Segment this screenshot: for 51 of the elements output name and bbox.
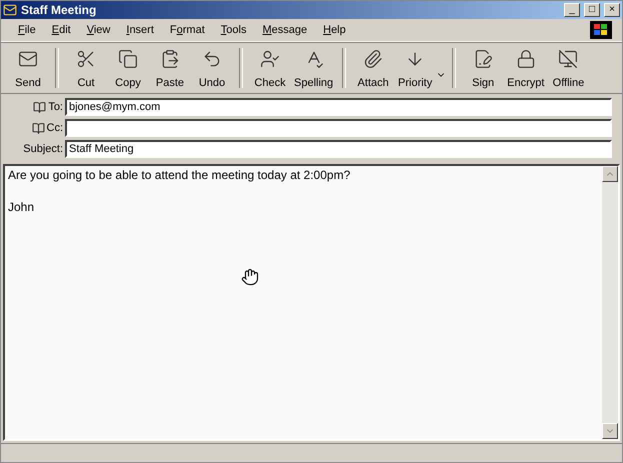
toolbar-button[interactable]: Undo	[191, 45, 233, 91]
input-field[interactable]: Staff Meeting	[65, 140, 612, 158]
menu-item[interactable]: View	[80, 22, 118, 38]
toolbar-button[interactable]: Offline	[547, 45, 590, 91]
toolbar-button[interactable]: Copy	[107, 45, 149, 91]
copy-icon	[118, 49, 138, 69]
scroll-down-button[interactable]	[602, 423, 618, 439]
message-body[interactable]: Are you going to be able to attend the meeting today at 2:00pm? John	[3, 164, 620, 441]
envelope-icon	[18, 49, 38, 69]
message-text: Are you going to be able to attend the meeting today at 2:00pm?	[8, 168, 350, 182]
toolbar-button[interactable]: Sign	[462, 45, 504, 91]
address-book-icon[interactable]	[32, 122, 44, 134]
scroll-up-button[interactable]	[602, 166, 618, 182]
toolbar-button[interactable]: Spelling	[291, 45, 336, 91]
clipboard-icon	[160, 49, 180, 69]
lock-icon	[516, 49, 536, 69]
undo-icon	[202, 49, 222, 69]
input-field[interactable]	[65, 119, 612, 137]
toolbar-button[interactable]: Cut	[65, 45, 107, 91]
windows-logo-icon	[590, 21, 612, 39]
paperclip-icon	[363, 49, 384, 69]
address-book-icon[interactable]	[33, 100, 46, 114]
window-title: Staff Meeting	[21, 3, 98, 17]
menu-item[interactable]: Insert	[119, 22, 161, 38]
toolbar-button[interactable]: Paste	[149, 45, 191, 91]
menu-item[interactable]: Format	[162, 22, 212, 38]
field-label: Subject:	[23, 143, 63, 155]
toolbar-button[interactable]: Priority	[394, 45, 436, 91]
menu-item[interactable]: Edit	[44, 22, 78, 38]
envelope-icon	[3, 3, 17, 17]
hand-cursor-icon	[241, 268, 259, 286]
minimize-button[interactable]: _	[564, 3, 580, 17]
monitor-icon	[558, 49, 578, 69]
field-label: To:	[48, 101, 63, 113]
scrollbar[interactable]	[602, 166, 618, 439]
input-field[interactable]: bjones@mym.com	[65, 98, 612, 116]
maximize-button[interactable]: □	[584, 3, 600, 17]
toolbar-button[interactable]: Attach	[352, 45, 394, 91]
menu-item[interactable]: Message	[255, 22, 314, 38]
menu-item[interactable]: Tools	[214, 22, 254, 38]
field-label: Cc:	[46, 122, 63, 134]
close-button[interactable]: ×	[604, 3, 620, 17]
document-signature-icon	[473, 49, 494, 69]
menu-item[interactable]: File	[11, 22, 43, 38]
person-check-icon	[260, 49, 280, 69]
menu-item[interactable]: Help	[316, 22, 353, 38]
toolbar-button[interactable]: Encrypt	[504, 45, 548, 91]
scissors-icon	[76, 49, 96, 69]
toolbar-button[interactable]: Send	[7, 45, 49, 91]
message-text: John	[8, 200, 34, 214]
toolbar-button[interactable]: Check	[249, 45, 291, 91]
